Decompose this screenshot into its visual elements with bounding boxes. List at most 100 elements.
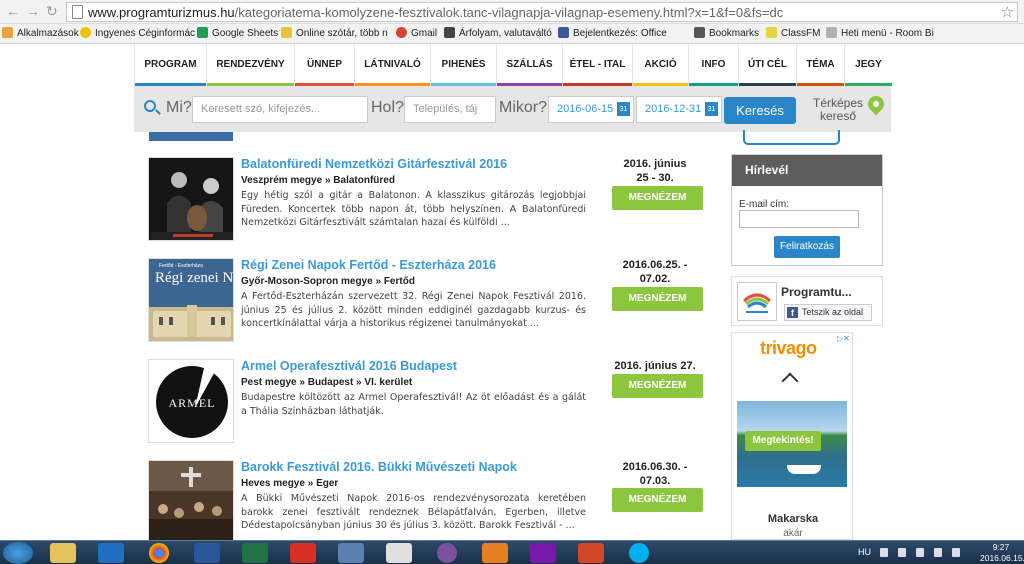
- viber-icon[interactable]: [437, 543, 457, 563]
- subscribe-button[interactable]: Feliratkozás: [774, 236, 840, 258]
- bookmark-item[interactable]: Bejelentkezés: Office: [558, 27, 667, 39]
- nav-info[interactable]: INFO: [689, 44, 739, 86]
- event-thumbnail[interactable]: ARMEL: [148, 359, 234, 443]
- reload-icon[interactable]: ↻: [46, 3, 58, 20]
- nav-unnep[interactable]: ÜNNEP: [295, 44, 355, 86]
- ad-brand: trivago: [760, 338, 817, 358]
- bookmarks-bar: Alkalmazások Ingyenes Céginformác Google…: [0, 24, 1024, 44]
- bookmark-item[interactable]: Online szótár, több n: [281, 27, 388, 39]
- bookmark-item[interactable]: Alkalmazások: [2, 27, 79, 39]
- bookmark-item[interactable]: Heti menü - Room Bi: [826, 27, 934, 39]
- nav-jegy[interactable]: JEGY: [845, 44, 892, 86]
- event-thumbnail[interactable]: [148, 460, 234, 540]
- dictionary-icon: [281, 27, 292, 38]
- event-item: Fertőd - Eszterháza Régi zenei N Régi Ze…: [148, 258, 718, 344]
- acrobat-icon[interactable]: [290, 543, 316, 563]
- email-field[interactable]: [739, 210, 859, 228]
- action-center-icon[interactable]: [916, 548, 924, 557]
- word-icon[interactable]: [194, 543, 220, 563]
- page-icon: [72, 5, 83, 19]
- map-search-link[interactable]: Térképes kereső: [810, 97, 866, 123]
- back-arrow-icon[interactable]: ←: [6, 3, 20, 19]
- ad-cta-button[interactable]: Megtekintés!: [745, 431, 821, 451]
- nav-akcio[interactable]: AKCIÓ: [633, 44, 689, 86]
- facebook-icon: [558, 27, 569, 38]
- newsletter-title: Hírlevél: [732, 155, 882, 186]
- save-icon[interactable]: [338, 543, 364, 563]
- view-event-button[interactable]: MEGNÉZEM: [612, 287, 703, 311]
- chrome-icon[interactable]: [149, 543, 169, 563]
- like-page-button[interactable]: f Tetszik az oldal: [784, 304, 872, 321]
- calendar-icon[interactable]: 31: [705, 102, 718, 116]
- star-icon: [694, 27, 705, 38]
- bookmark-item[interactable]: Árfolyam, valutaváltó: [444, 27, 552, 39]
- nav-szallas[interactable]: SZÁLLÁS: [497, 44, 563, 86]
- forward-arrow-icon[interactable]: →: [26, 3, 40, 19]
- browser-address-bar: ← → ↻ www.programturizmus.hu/kategoriate…: [0, 0, 1024, 24]
- event-thumbnail[interactable]: Fertőd - Eszterháza Régi zenei N: [148, 258, 234, 342]
- network-icon[interactable]: [934, 548, 942, 557]
- chevron-up-icon[interactable]: [781, 372, 799, 390]
- bookmark-star-icon[interactable]: ☆: [1001, 3, 1014, 21]
- view-event-button[interactable]: MEGNÉZEM: [612, 488, 703, 512]
- media-player-icon[interactable]: [482, 543, 508, 563]
- sidebar-box[interactable]: [743, 130, 840, 145]
- event-location: Heves megye » Eger: [241, 478, 339, 489]
- onenote-icon[interactable]: [530, 543, 556, 563]
- event-title[interactable]: Régi Zenei Napok Fertőd - Eszterháza 201…: [241, 258, 496, 272]
- bookmark-item[interactable]: Gmail: [396, 27, 437, 39]
- volume-icon[interactable]: [952, 548, 960, 557]
- ad-choices-icon[interactable]: ▷✕: [837, 334, 850, 343]
- search-bar: Mi? Keresett szó, kifejezés... Hol? Tele…: [134, 86, 891, 132]
- currency-icon: [444, 27, 455, 38]
- page-name[interactable]: Programtu...: [781, 285, 852, 299]
- nav-pihenes[interactable]: PIHENÉS: [431, 44, 497, 86]
- page-logo[interactable]: [737, 282, 777, 321]
- location-input[interactable]: Település, táj: [404, 96, 496, 123]
- event-thumbnail[interactable]: [148, 157, 234, 241]
- nav-latnivalo[interactable]: LÁTNIVALÓ: [355, 44, 431, 86]
- date-from-input[interactable]: 2016-06-15 31: [548, 96, 634, 123]
- view-event-button[interactable]: MEGNÉZEM: [612, 186, 703, 210]
- ad-city: Makarska: [767, 513, 819, 525]
- nav-program[interactable]: PROGRAM: [135, 44, 207, 86]
- view-event-button[interactable]: MEGNÉZEM: [612, 374, 703, 398]
- start-button[interactable]: [3, 542, 33, 564]
- event-title[interactable]: Barokk Fesztivál 2016. Bükki Művészeti N…: [241, 460, 517, 474]
- keyword-input[interactable]: Keresett szó, kifejezés...: [192, 96, 368, 123]
- system-clock[interactable]: 9:27 2016.06.15.: [980, 542, 1024, 564]
- nav-tema[interactable]: TÉMA: [797, 44, 845, 86]
- nav-rendezveny[interactable]: RENDEZVÉNY: [207, 44, 295, 86]
- bookmark-item[interactable]: Ingyenes Céginformác: [80, 27, 195, 39]
- search-button[interactable]: Keresés: [724, 97, 796, 124]
- bookmark-icon: [80, 27, 91, 38]
- language-indicator[interactable]: HU: [858, 547, 871, 557]
- bookmark-item[interactable]: ClassFM: [766, 27, 820, 39]
- facebook-icon: f: [787, 307, 798, 318]
- explorer-icon[interactable]: [50, 543, 76, 563]
- tray-up-icon[interactable]: [880, 548, 888, 557]
- event-title[interactable]: Armel Operafesztivál 2016 Budapest: [241, 359, 457, 373]
- event-description: Budapestre költözött az Armel Operafeszt…: [241, 392, 586, 417]
- event-date: 2016.06.30. -07.03.: [622, 461, 688, 487]
- nav-uti-cel[interactable]: ÚTI CÉL: [739, 44, 797, 86]
- calendar-icon[interactable]: 31: [617, 102, 630, 116]
- outlook-icon[interactable]: [98, 543, 124, 563]
- url-field[interactable]: www.programturizmus.hu/kategoriatema-kom…: [66, 2, 1018, 22]
- trivago-ad[interactable]: trivago ▷✕ Megtekintés! Makarska akár: [731, 332, 853, 540]
- tray-app-icon[interactable]: [898, 548, 906, 557]
- nav-etel-ital[interactable]: ÉTEL - ITAL: [563, 44, 633, 86]
- event-title[interactable]: Balatonfüredi Nemzetközi Gitárfesztivál …: [241, 157, 507, 171]
- skype-icon[interactable]: [629, 543, 649, 563]
- apps-grid-icon[interactable]: [386, 543, 412, 563]
- map-pin-icon[interactable]: [864, 92, 888, 116]
- powerpoint-icon[interactable]: [578, 543, 604, 563]
- excel-icon[interactable]: [242, 543, 268, 563]
- bookmark-item[interactable]: Bookmarks: [694, 27, 759, 39]
- previous-event-thumbnail[interactable]: [149, 132, 233, 141]
- date-to-input[interactable]: 2016-12-31 31: [636, 96, 722, 123]
- bookmark-item[interactable]: Google Sheets: [197, 27, 278, 39]
- event-date: 2016. június 27.: [614, 360, 696, 372]
- event-description: Egy hétig szól a gitár a Balatonon. A kl…: [241, 190, 586, 228]
- ad-image[interactable]: Megtekintés!: [737, 401, 847, 487]
